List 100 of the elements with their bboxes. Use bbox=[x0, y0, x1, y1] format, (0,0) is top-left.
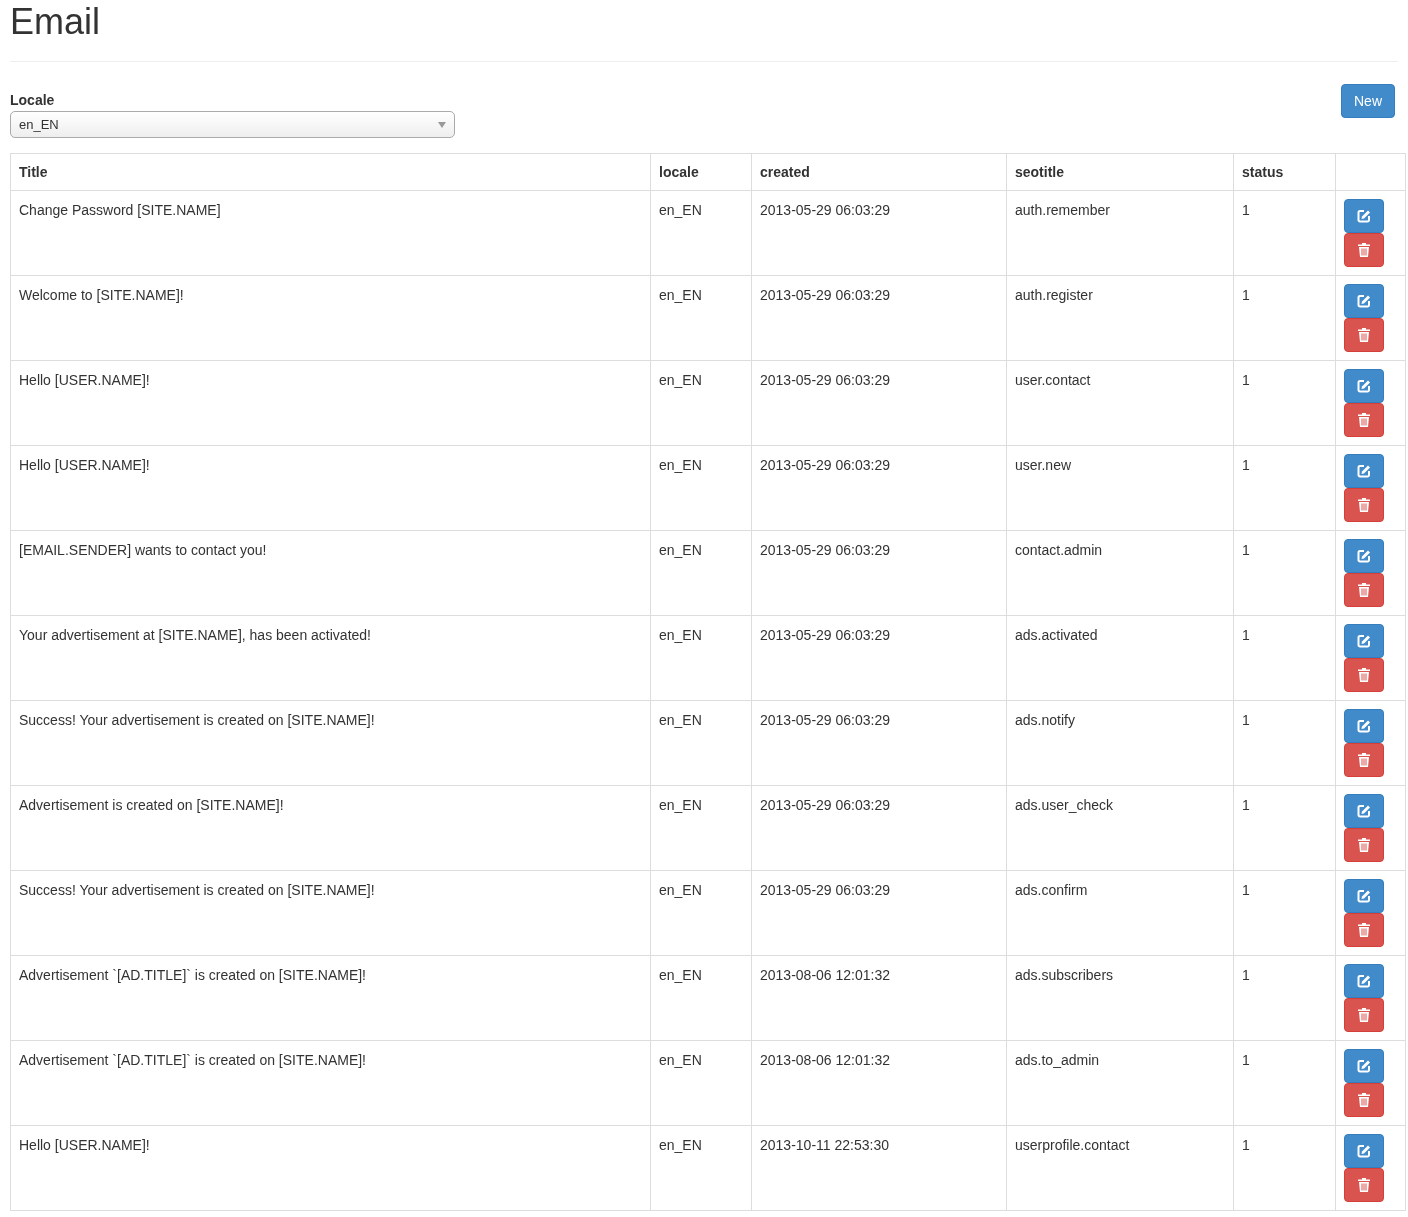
edit-icon bbox=[1357, 1144, 1371, 1158]
trash-icon bbox=[1358, 923, 1370, 937]
edit-icon bbox=[1357, 974, 1371, 988]
edit-button[interactable] bbox=[1344, 454, 1384, 488]
table-cell: [EMAIL.SENDER] wants to contact you! bbox=[19, 542, 267, 558]
table-cell: ads.activated bbox=[1015, 627, 1098, 643]
table-cell: en_EN bbox=[659, 797, 702, 813]
table-cell: 2013-05-29 06:03:29 bbox=[760, 882, 890, 898]
edit-button[interactable] bbox=[1344, 1134, 1384, 1168]
edit-button[interactable] bbox=[1344, 964, 1384, 998]
delete-button[interactable] bbox=[1344, 233, 1384, 267]
table-cell: 1 bbox=[1242, 797, 1250, 813]
delete-button[interactable] bbox=[1344, 1083, 1384, 1117]
table-cell: ads.confirm bbox=[1015, 882, 1088, 898]
trash-icon bbox=[1358, 668, 1370, 682]
page-title: Email bbox=[10, 0, 102, 43]
delete-button[interactable] bbox=[1344, 828, 1384, 862]
edit-icon bbox=[1357, 379, 1371, 393]
table-cell: 2013-08-06 12:01:32 bbox=[760, 967, 890, 983]
table-cell: 2013-05-29 06:03:29 bbox=[760, 202, 890, 218]
edit-icon bbox=[1357, 634, 1371, 648]
table-cell: 1 bbox=[1242, 542, 1250, 558]
table-cell: 1 bbox=[1242, 1137, 1250, 1153]
table-cell: en_EN bbox=[659, 627, 702, 643]
trash-icon bbox=[1358, 413, 1370, 427]
locale-label: Locale bbox=[10, 92, 56, 108]
delete-button[interactable] bbox=[1344, 403, 1384, 437]
column-header: Title bbox=[19, 163, 48, 180]
trash-icon bbox=[1358, 498, 1370, 512]
table-cell: 1 bbox=[1242, 457, 1250, 473]
edit-icon bbox=[1357, 1059, 1371, 1073]
edit-button[interactable] bbox=[1344, 794, 1384, 828]
column-header: locale bbox=[659, 163, 699, 180]
table-cell: en_EN bbox=[659, 1052, 702, 1068]
table-cell: en_EN bbox=[659, 287, 702, 303]
edit-button[interactable] bbox=[1344, 624, 1384, 658]
table-cell: 1 bbox=[1242, 287, 1250, 303]
edit-button[interactable] bbox=[1344, 879, 1384, 913]
table-cell: Hello [USER.NAME]! bbox=[19, 372, 150, 388]
edit-button[interactable] bbox=[1344, 539, 1384, 573]
delete-button[interactable] bbox=[1344, 318, 1384, 352]
table-cell: Advertisement `[AD.TITLE]` is created on [SITE.NAME]! bbox=[19, 1052, 366, 1068]
delete-button[interactable] bbox=[1344, 913, 1384, 947]
table-cell: 1 bbox=[1242, 372, 1250, 388]
edit-icon bbox=[1357, 549, 1371, 563]
trash-icon bbox=[1358, 243, 1370, 257]
delete-button[interactable] bbox=[1344, 1168, 1384, 1202]
table-cell: en_EN bbox=[659, 542, 702, 558]
edit-icon bbox=[1357, 804, 1371, 818]
trash-icon bbox=[1358, 1008, 1370, 1022]
table-cell: user.contact bbox=[1015, 372, 1091, 388]
table-cell: en_EN bbox=[659, 967, 702, 983]
table-cell: 1 bbox=[1242, 967, 1250, 983]
table-cell: Success! Your advertisement is created on [SITE.NAME]! bbox=[19, 882, 375, 898]
table-cell: en_EN bbox=[659, 202, 702, 218]
table-cell: 2013-05-29 06:03:29 bbox=[760, 457, 890, 473]
table-cell: Welcome to [SITE.NAME]! bbox=[19, 287, 184, 303]
table-cell: ads.notify bbox=[1015, 712, 1075, 728]
delete-button[interactable] bbox=[1344, 743, 1384, 777]
table-cell: 2013-05-29 06:03:29 bbox=[760, 372, 890, 388]
edit-button[interactable] bbox=[1344, 709, 1384, 743]
edit-button[interactable] bbox=[1344, 369, 1384, 403]
table-cell: 2013-08-06 12:01:32 bbox=[760, 1052, 890, 1068]
table-cell: en_EN bbox=[659, 1137, 702, 1153]
edit-icon bbox=[1357, 889, 1371, 903]
trash-icon bbox=[1358, 838, 1370, 852]
table-cell: user.new bbox=[1015, 457, 1072, 473]
table-cell: 2013-10-11 22:53:30 bbox=[760, 1137, 889, 1153]
table-cell: en_EN bbox=[659, 882, 702, 898]
table-cell: 1 bbox=[1242, 712, 1250, 728]
edit-icon bbox=[1357, 719, 1371, 733]
edit-button[interactable] bbox=[1344, 284, 1384, 318]
table-cell: en_EN bbox=[659, 712, 702, 728]
column-header: seotitle bbox=[1015, 163, 1064, 180]
edit-icon bbox=[1357, 464, 1371, 478]
table-cell: 1 bbox=[1242, 1052, 1250, 1068]
table-cell: Hello [USER.NAME]! bbox=[19, 457, 150, 473]
column-header: created bbox=[760, 163, 810, 180]
trash-icon bbox=[1358, 583, 1370, 597]
table-cell: userprofile.contact bbox=[1015, 1137, 1130, 1153]
locale-select[interactable]: en_EN bbox=[10, 111, 455, 138]
edit-icon bbox=[1357, 294, 1371, 308]
table-cell: 2013-05-29 06:03:29 bbox=[760, 712, 890, 728]
delete-button[interactable] bbox=[1344, 573, 1384, 607]
new-button[interactable]: New bbox=[1341, 84, 1395, 118]
edit-button[interactable] bbox=[1344, 1049, 1384, 1083]
table-cell: ads.to_admin bbox=[1015, 1052, 1100, 1068]
trash-icon bbox=[1358, 1178, 1370, 1192]
delete-button[interactable] bbox=[1344, 658, 1384, 692]
table-cell: 2013-05-29 06:03:29 bbox=[760, 627, 890, 643]
delete-button[interactable] bbox=[1344, 998, 1384, 1032]
trash-icon bbox=[1358, 753, 1370, 767]
table-cell: Advertisement `[AD.TITLE]` is created on [SITE.NAME]! bbox=[19, 967, 366, 983]
table-cell: auth.register bbox=[1015, 287, 1093, 303]
edit-button[interactable] bbox=[1344, 199, 1384, 233]
delete-button[interactable] bbox=[1344, 488, 1384, 522]
trash-icon bbox=[1358, 328, 1370, 342]
table-cell: Advertisement is created on [SITE.NAME]! bbox=[19, 797, 284, 813]
table-cell: en_EN bbox=[659, 372, 702, 388]
table-cell: 1 bbox=[1242, 882, 1250, 898]
